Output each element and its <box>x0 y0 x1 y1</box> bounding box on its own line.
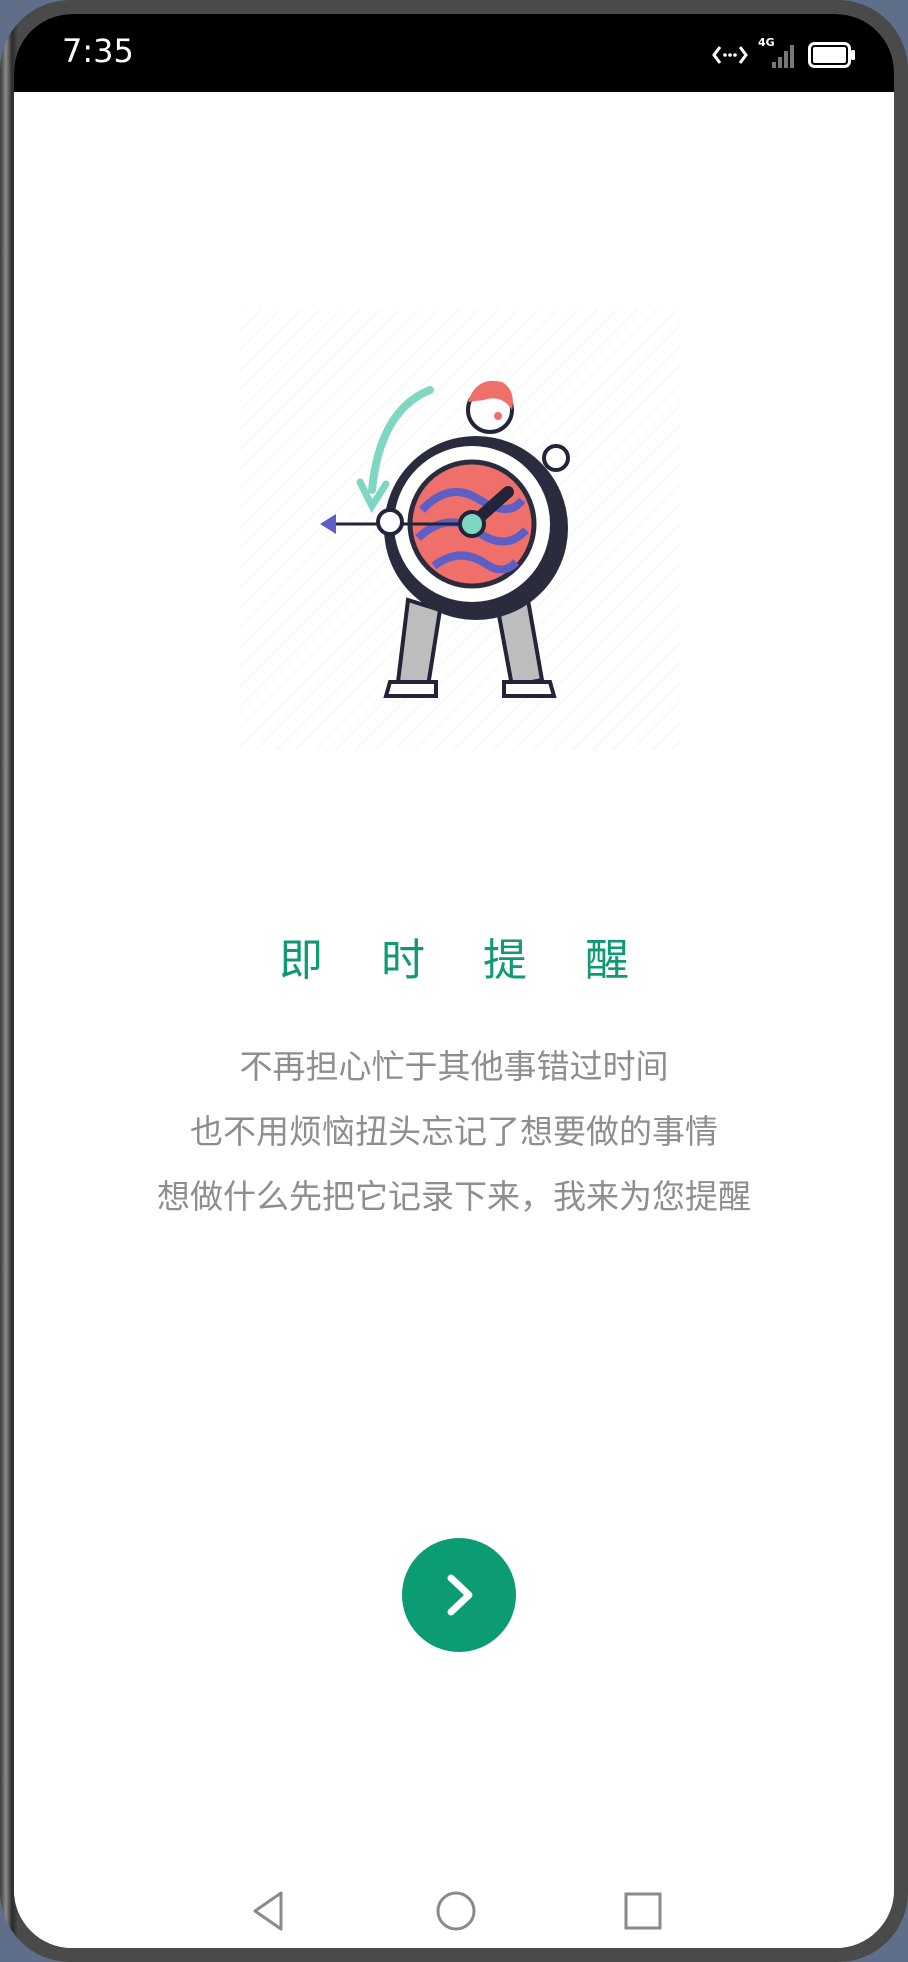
signal-icon: 4G <box>758 36 798 70</box>
screen: 7:35 4G 即 时 提 醒 不再担心忙于其他事错过时间 也不用烦恼扭头忘记了… <box>14 14 894 1948</box>
home-button[interactable] <box>431 1886 481 1936</box>
status-bar: 7:35 4G <box>14 14 894 92</box>
back-icon <box>253 1891 283 1931</box>
status-icons: 4G <box>712 36 856 72</box>
data-transfer-icon <box>712 46 748 64</box>
back-button[interactable] <box>244 1886 294 1936</box>
recents-button[interactable] <box>618 1886 668 1936</box>
hero-illustration <box>240 310 680 750</box>
onboarding-description: 不再担心忙于其他事错过时间 也不用烦恼扭头忘记了想要做的事情 想做什么先把它记录… <box>14 1034 894 1229</box>
recents-icon <box>624 1892 662 1930</box>
chevron-right-icon <box>447 1574 473 1616</box>
description-line-1: 不再担心忙于其他事错过时间 <box>239 1047 669 1086</box>
home-icon <box>436 1891 476 1931</box>
battery-icon <box>808 42 855 68</box>
status-time: 7:35 <box>62 32 134 70</box>
phone-frame: 7:35 4G 即 时 提 醒 不再担心忙于其他事错过时间 也不用烦恼扭头忘记了… <box>0 0 908 1962</box>
description-line-3: 想做什么先把它记录下来，我来为您提醒 <box>157 1177 751 1216</box>
next-button[interactable] <box>402 1538 516 1652</box>
description-line-2: 也不用烦恼扭头忘记了想要做的事情 <box>190 1112 718 1151</box>
navigation-bar <box>14 1874 894 1948</box>
onboarding-title: 即 时 提 醒 <box>279 935 651 986</box>
